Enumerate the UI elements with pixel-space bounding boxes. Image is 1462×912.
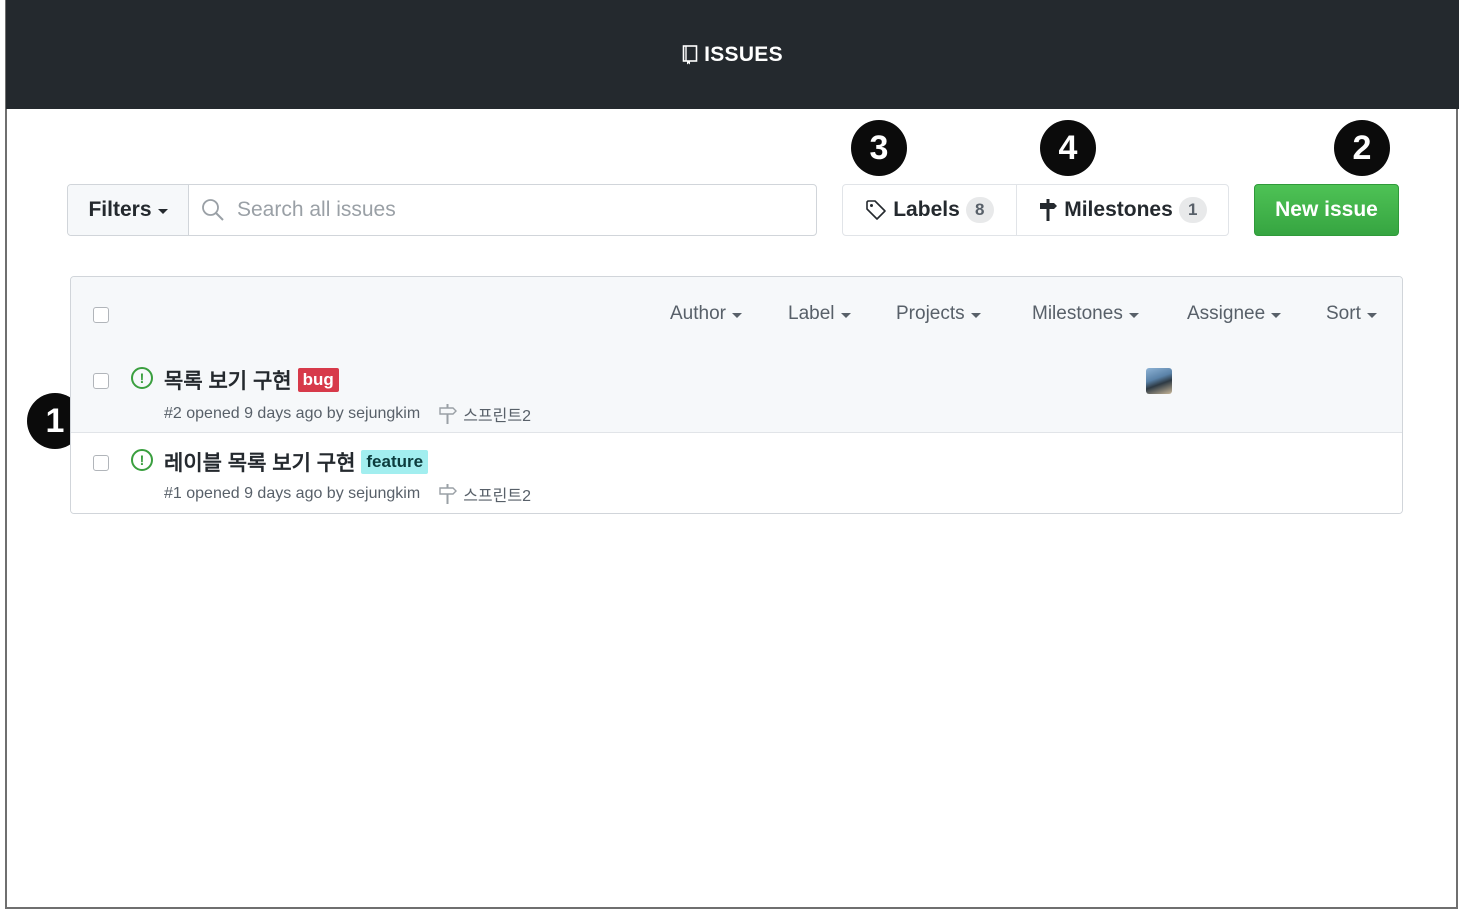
issues-list: Author Label Projects Milestones Assigne… xyxy=(70,276,1403,514)
search-input[interactable] xyxy=(235,197,799,223)
caret-down-icon xyxy=(1366,313,1377,318)
annotation-marker-3: 3 xyxy=(851,120,907,176)
assignee-filter-label: Assignee xyxy=(1187,303,1266,324)
caret-down-icon xyxy=(840,313,851,318)
filters-search-group: Filters xyxy=(67,184,817,236)
filters-button-label: Filters xyxy=(88,198,152,221)
issue-title-link[interactable]: 레이블 목록 보기 구현 xyxy=(164,447,355,477)
issue-milestone-link[interactable]: 스프린트2 xyxy=(438,402,531,426)
issue-milestone-label: 스프린트2 xyxy=(463,488,531,505)
annotation-marker-4: 4 xyxy=(1040,120,1096,176)
issue-milestone-link[interactable]: 스프린트2 xyxy=(438,482,531,506)
milestone-icon xyxy=(1040,199,1058,221)
label-filter-label: Label xyxy=(788,303,835,324)
assignee-filter[interactable]: Assignee xyxy=(1187,303,1282,325)
annotation-marker-2: 2 xyxy=(1334,120,1390,176)
issue-title-line: 레이블 목록 보기 구현 feature xyxy=(164,447,429,477)
book-icon xyxy=(682,44,698,64)
milestones-label: Milestones xyxy=(1064,198,1173,221)
issues-list-header: Author Label Projects Milestones Assigne… xyxy=(71,277,1402,352)
author-filter-label: Author xyxy=(670,303,726,324)
issue-row[interactable]: ! 레이블 목록 보기 구현 feature #1 opened 9 days … xyxy=(71,433,1402,513)
milestones-count-badge: 1 xyxy=(1178,197,1207,223)
sort-filter-label: Sort xyxy=(1326,303,1361,324)
issue-meta-text: #2 opened 9 days ago by sejungkim xyxy=(164,405,421,422)
labels-count-badge: 8 xyxy=(965,197,994,223)
labels-label: Labels xyxy=(893,198,960,221)
assignee-avatar[interactable] xyxy=(1146,368,1172,394)
select-all-checkbox[interactable] xyxy=(93,307,109,323)
milestones-button[interactable]: Milestones 1 xyxy=(1017,185,1228,235)
search-box xyxy=(189,185,816,235)
projects-filter-label: Projects xyxy=(896,303,965,324)
caret-down-icon xyxy=(1271,313,1282,318)
page-title: ISSUES xyxy=(682,43,783,67)
milestone-icon xyxy=(439,484,458,504)
search-icon xyxy=(202,199,224,221)
sort-filter[interactable]: Sort xyxy=(1326,303,1377,325)
tag-icon xyxy=(866,200,887,220)
label-filter[interactable]: Label xyxy=(788,303,851,325)
issue-row[interactable]: ! 목록 보기 구현 bug #2 opened 9 days ago by s… xyxy=(71,351,1402,433)
caret-down-icon xyxy=(970,313,981,318)
page-title-text: ISSUES xyxy=(704,42,783,66)
issue-title-link[interactable]: 목록 보기 구현 xyxy=(164,365,292,395)
issue-open-icon: ! xyxy=(131,449,153,471)
new-issue-button[interactable]: New issue xyxy=(1254,184,1399,236)
milestones-filter-label: Milestones xyxy=(1032,303,1123,324)
projects-filter[interactable]: Projects xyxy=(896,303,981,325)
issue-meta: #1 opened 9 days ago by sejungkim 스프린트2 xyxy=(164,482,531,506)
issue-label-badge[interactable]: bug xyxy=(297,368,339,392)
filters-button[interactable]: Filters xyxy=(68,185,189,235)
issue-title-line: 목록 보기 구현 bug xyxy=(164,365,339,395)
labels-milestones-group: Labels 8 Milestones 1 xyxy=(842,184,1229,236)
caret-down-icon xyxy=(731,313,742,318)
issue-checkbox[interactable] xyxy=(93,373,109,389)
issue-meta-text: #1 opened 9 days ago by sejungkim xyxy=(164,485,421,502)
top-navigation-bar: ISSUES xyxy=(6,0,1459,109)
caret-down-icon xyxy=(1128,313,1139,318)
labels-button[interactable]: Labels 8 xyxy=(843,185,1017,235)
issue-milestone-label: 스프린트2 xyxy=(463,408,531,425)
issue-label-badge[interactable]: feature xyxy=(361,450,429,474)
author-filter[interactable]: Author xyxy=(670,303,742,325)
issue-meta: #2 opened 9 days ago by sejungkim 스프린트2 xyxy=(164,402,531,426)
milestones-filter[interactable]: Milestones xyxy=(1032,303,1139,325)
caret-down-icon xyxy=(157,209,168,214)
issue-open-icon: ! xyxy=(131,367,153,389)
issue-checkbox[interactable] xyxy=(93,455,109,471)
milestone-icon xyxy=(439,404,458,424)
